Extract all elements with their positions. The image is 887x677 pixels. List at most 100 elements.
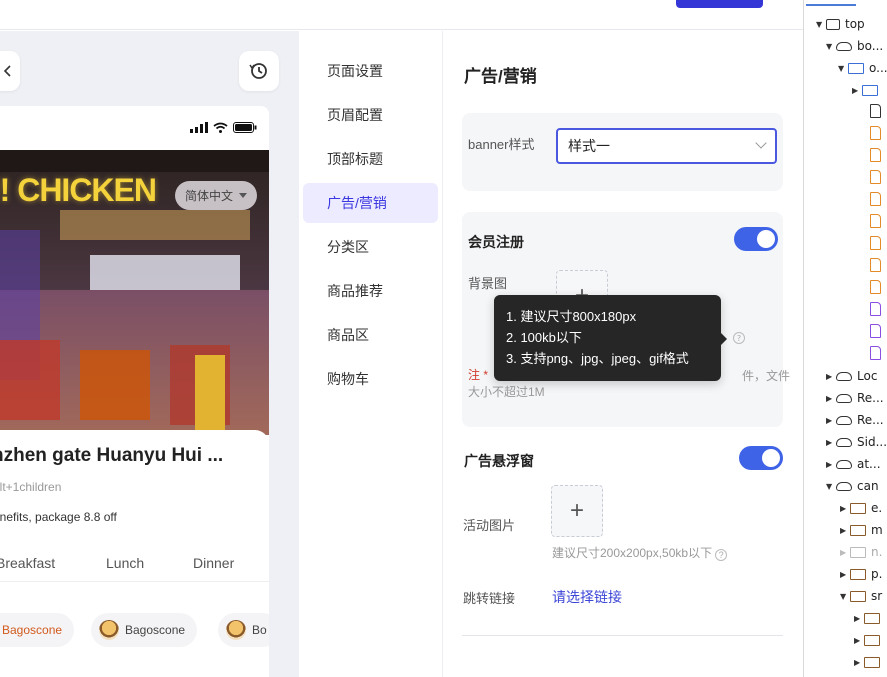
- store-party-size: ult+1children: [0, 480, 62, 494]
- hero-sign-text: !! CHICKEN: [0, 172, 157, 208]
- language-switch[interactable]: 简体中文: [175, 181, 258, 210]
- tree-file[interactable]: [870, 145, 886, 165]
- tab-breakfast[interactable]: Breakfast: [0, 555, 55, 571]
- banner-style-label: banner样式: [468, 137, 535, 152]
- tree-file[interactable]: [870, 211, 886, 231]
- menu-item-cart[interactable]: 购物车: [303, 359, 438, 399]
- tree-file[interactable]: [870, 123, 886, 143]
- menu-item-category[interactable]: 分类区: [303, 227, 438, 267]
- top-bar: [0, 0, 803, 30]
- float-ad-title: 广告悬浮窗: [464, 453, 534, 469]
- signal-icon: [190, 122, 208, 133]
- tree-file[interactable]: [870, 299, 886, 319]
- menu-item-top-title[interactable]: 顶部标题: [303, 139, 438, 179]
- caret-down-icon: ▼: [840, 591, 847, 601]
- phone-preview: !! CHICKEN 简体中文 nzhen gate Huanyu Hui ..…: [0, 106, 269, 677]
- tree-file[interactable]: [870, 343, 886, 363]
- cloud-icon: [836, 393, 852, 403]
- file-icon: [870, 148, 881, 162]
- note-text-size: 大小不超过1M: [468, 385, 545, 399]
- resource-tree-panel: ▼ top ▼ bo... ▼ o... ▶ ▶ Loc ▶ Re... ▶ R…: [803, 0, 887, 677]
- chip-label: Bagoscone: [2, 623, 63, 637]
- battery-icon: [233, 122, 257, 133]
- tree-row[interactable]: ▶: [854, 608, 885, 628]
- help-icon[interactable]: ?: [715, 549, 728, 561]
- file-icon: [870, 258, 881, 272]
- menu-item-page-settings[interactable]: 页面设置: [303, 51, 438, 91]
- tree-row-label: can: [857, 479, 879, 493]
- tree-row[interactable]: ▼ bo...: [826, 36, 883, 56]
- tree-file[interactable]: [870, 101, 886, 121]
- tree-row[interactable]: ▶ m: [840, 520, 883, 540]
- tooltip-line: 1. 建议尺寸800x180px: [506, 309, 637, 324]
- back-button[interactable]: [0, 51, 20, 91]
- caret-right-icon: ▶: [840, 569, 847, 579]
- tree-row[interactable]: ▼ sr: [840, 586, 882, 606]
- cloud-icon: [836, 371, 852, 381]
- category-chip[interactable]: Bagoscone: [0, 613, 75, 647]
- caret-right-icon: ▶: [840, 503, 847, 513]
- tree-row[interactable]: ▶ n.: [840, 542, 882, 562]
- tree-row[interactable]: ▼ top: [816, 14, 865, 34]
- tree-row-label: o...: [869, 61, 887, 75]
- background-image-label: 背景图: [468, 276, 508, 291]
- tree-row[interactable]: ▶ Re...: [826, 410, 884, 430]
- tree-row[interactable]: ▼ can: [826, 476, 879, 496]
- select-link-button[interactable]: 请选择链接: [552, 587, 622, 607]
- member-register-toggle[interactable]: [734, 227, 778, 251]
- tree-row[interactable]: ▶ e.: [840, 498, 882, 518]
- tree-row[interactable]: ▶ p.: [840, 564, 882, 584]
- tree-file[interactable]: [870, 167, 886, 187]
- float-ad-toggle[interactable]: [739, 446, 783, 470]
- caret-right-icon: ▶: [826, 437, 833, 447]
- tree-row[interactable]: ▶: [854, 652, 885, 672]
- tree-row[interactable]: ▶ Re...: [826, 388, 884, 408]
- status-bar: [190, 122, 257, 133]
- svg-text:?: ?: [737, 334, 741, 343]
- menu-item-recommend[interactable]: 商品推荐: [303, 271, 438, 311]
- file-icon: [870, 324, 881, 338]
- menu-item-header-config[interactable]: 页眉配置: [303, 95, 438, 135]
- tree-row[interactable]: ▶ at...: [826, 454, 881, 474]
- tab-lunch[interactable]: Lunch: [106, 555, 144, 571]
- primary-action-button[interactable]: [676, 0, 763, 8]
- tree-row[interactable]: ▼ o...: [838, 58, 887, 78]
- activity-image-upload[interactable]: +: [551, 485, 603, 537]
- caret-down-icon: ▼: [826, 41, 833, 51]
- tree-row[interactable]: ▶: [854, 630, 885, 650]
- tree-row[interactable]: ▶ Sid...: [826, 432, 887, 452]
- caret-right-icon: ▶: [852, 85, 859, 95]
- tree-file[interactable]: [870, 277, 886, 297]
- cloud-icon: [836, 459, 852, 469]
- store-name: nzhen gate Huanyu Hui ...: [0, 445, 224, 466]
- note-text-tail: 件，文件: [742, 369, 791, 383]
- tree-file[interactable]: [870, 189, 886, 209]
- help-icon[interactable]: ?: [732, 331, 746, 345]
- tree-row[interactable]: ▶: [852, 80, 883, 100]
- caret-right-icon: ▶: [826, 415, 833, 425]
- menu-item-products[interactable]: 商品区: [303, 315, 438, 355]
- tree-file[interactable]: [870, 255, 886, 275]
- wifi-icon: [213, 122, 228, 133]
- history-button[interactable]: [239, 51, 279, 91]
- tree-file[interactable]: [870, 233, 886, 253]
- tree-row[interactable]: ▶ Loc: [826, 366, 877, 386]
- banner-style-value: 样式一: [568, 138, 610, 154]
- tab-dinner[interactable]: Dinner: [193, 555, 234, 571]
- banner-style-select[interactable]: 样式一: [556, 128, 777, 164]
- tree-file[interactable]: [870, 321, 886, 341]
- tree-row-label: m: [871, 523, 883, 537]
- tree-row-label: bo...: [857, 39, 884, 53]
- menu-item-ad-marketing[interactable]: 广告/营销: [303, 183, 438, 223]
- tree-row-label: Re...: [857, 391, 884, 405]
- category-chip[interactable]: Bagoscone: [91, 613, 198, 647]
- burger-icon: [226, 620, 246, 640]
- redirect-link-label: 跳转链接: [463, 591, 516, 606]
- folder-icon: [848, 62, 864, 74]
- folder-icon: [850, 590, 866, 602]
- store-benefit: enefits, package 8.8 off: [0, 510, 117, 524]
- category-chip[interactable]: Bo: [218, 613, 269, 647]
- member-register-title: 会员注册: [468, 234, 524, 250]
- folder-icon: [850, 502, 866, 514]
- folder-icon: [864, 656, 880, 668]
